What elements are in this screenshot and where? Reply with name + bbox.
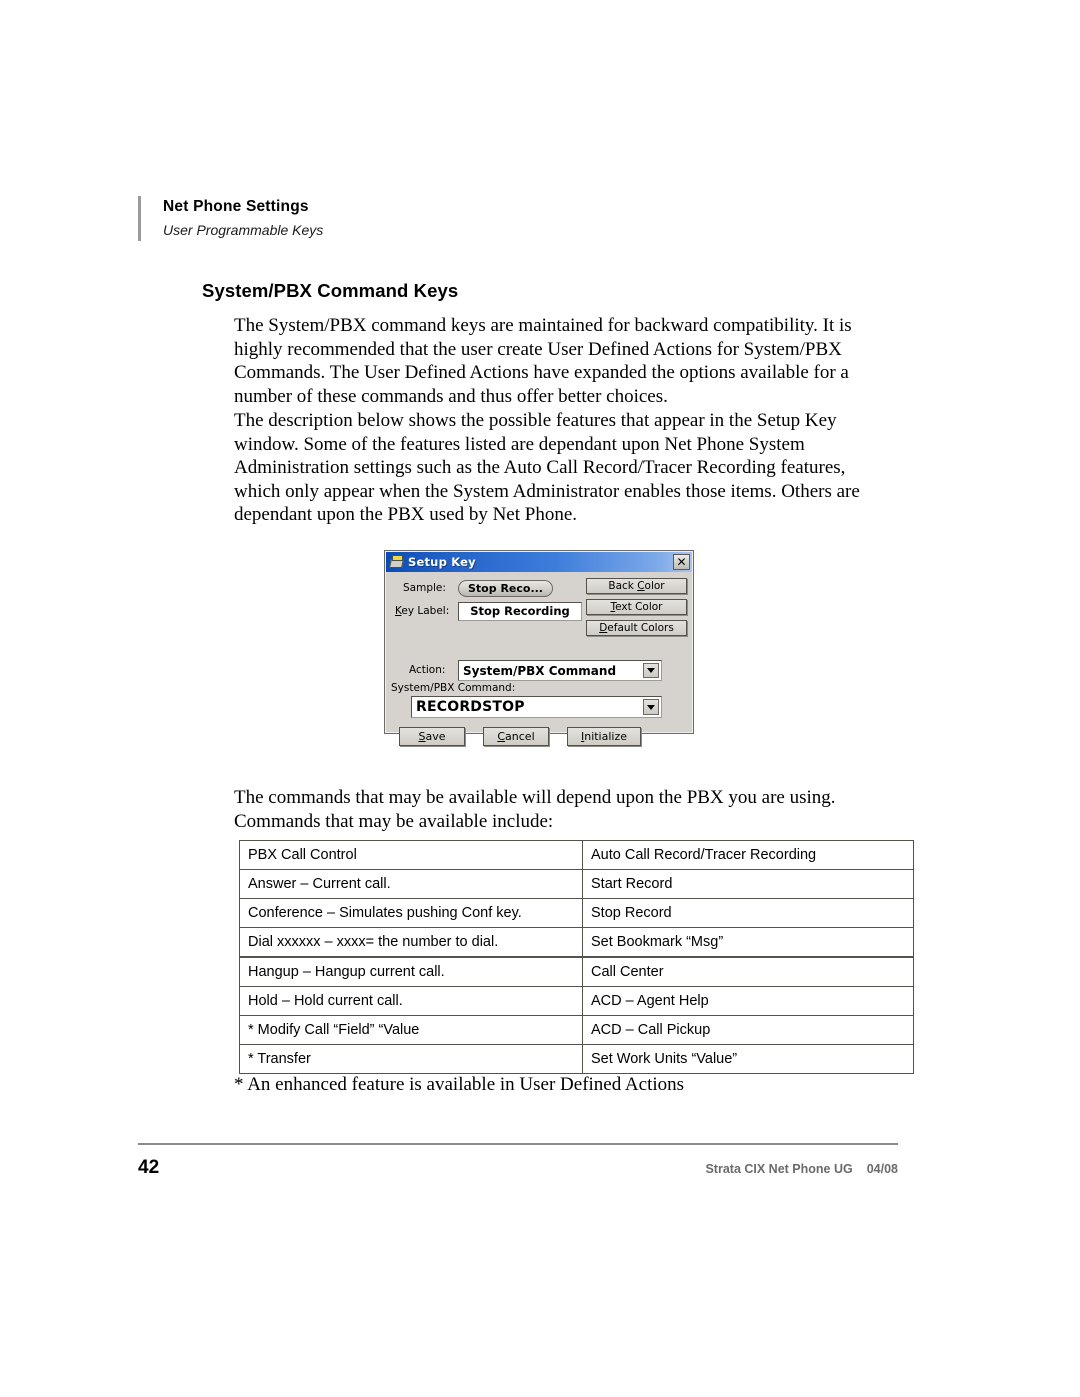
document-page: Net Phone Settings User Programmable Key… bbox=[0, 0, 1080, 1397]
commands-table: PBX Call Control Auto Call Record/Tracer … bbox=[239, 840, 914, 1074]
table-cell-pbx-call-control: Hangup – Hangup current call. bbox=[239, 956, 583, 987]
table-cell-recording-command: ACD – Agent Help bbox=[582, 986, 914, 1016]
initialize-button[interactable]: Initialize bbox=[567, 727, 641, 746]
table-cell-recording-command: Call Center bbox=[582, 956, 914, 987]
table-cell-recording-command: ACD – Call Pickup bbox=[582, 1015, 914, 1045]
table-cell-recording-command: Auto Call Record/Tracer Recording bbox=[582, 840, 914, 870]
table-cell-recording-command: Set Bookmark “Msg” bbox=[582, 927, 914, 958]
close-icon[interactable]: ✕ bbox=[673, 554, 690, 570]
sample-preview-button[interactable]: Stop Reco... bbox=[458, 580, 553, 597]
setup-key-dialog: Setup Key ✕ Sample: Stop Reco... Key Lab… bbox=[384, 550, 694, 746]
save-button[interactable]: Save bbox=[399, 727, 465, 746]
system-pbx-command-label: System/PBX Command: bbox=[391, 682, 516, 694]
action-dropdown[interactable]: System/PBX Command bbox=[458, 660, 662, 681]
table-cell-pbx-call-control: * Transfer bbox=[239, 1044, 583, 1074]
running-header-subtitle: User Programmable Keys bbox=[163, 222, 324, 238]
action-dropdown-value: System/PBX Command bbox=[463, 663, 617, 678]
default-colors-button[interactable]: Default Colors bbox=[586, 620, 687, 636]
footer-divider bbox=[138, 1143, 898, 1145]
footer-date: 04/08 bbox=[866, 1162, 898, 1176]
system-pbx-command-value: RECORDSTOP bbox=[416, 699, 525, 715]
table-row: Answer – Current call. Start Record bbox=[239, 869, 914, 899]
table-row: Conference – Simulates pushing Conf key.… bbox=[239, 898, 914, 928]
back-color-button[interactable]: Back Color bbox=[586, 578, 687, 594]
running-header: Net Phone Settings User Programmable Key… bbox=[138, 196, 898, 241]
table-row: Hold – Hold current call. ACD – Agent Hel… bbox=[239, 986, 914, 1016]
page-title: System/PBX Command Keys bbox=[202, 280, 459, 301]
table-cell-recording-command: Start Record bbox=[582, 869, 914, 899]
table-cell-pbx-call-control: Dial xxxxxx – xxxx= the number to dial. bbox=[239, 927, 583, 958]
table-row: * Transfer Set Work Units “Value” bbox=[239, 1044, 914, 1074]
table-cell-pbx-call-control: Answer – Current call. bbox=[239, 869, 583, 899]
cancel-button[interactable]: Cancel bbox=[483, 727, 549, 746]
table-row: Hangup – Hangup current call. Call Center bbox=[239, 956, 914, 987]
table-row: Dial xxxxxx – xxxx= the number to dial. S… bbox=[239, 927, 914, 958]
setup-key-icon bbox=[389, 555, 404, 569]
table-cell-pbx-call-control: Conference – Simulates pushing Conf key. bbox=[239, 898, 583, 928]
page-number: 42 bbox=[138, 1157, 160, 1178]
key-label-label: Key Label: bbox=[395, 605, 450, 617]
dialog-title: Setup Key bbox=[408, 555, 476, 569]
table-cell-pbx-call-control: PBX Call Control bbox=[239, 840, 583, 870]
key-label-input[interactable]: Stop Recording bbox=[458, 602, 582, 621]
system-pbx-command-dropdown[interactable]: RECORDSTOP bbox=[411, 696, 662, 718]
action-label: Action: bbox=[409, 664, 446, 676]
footnote: * An enhanced feature is available in Us… bbox=[234, 1074, 685, 1095]
footer-document-title: Strata CIX Net Phone UG bbox=[705, 1162, 853, 1176]
table-row: * Modify Call “Field” “Value ACD – Call P… bbox=[239, 1015, 914, 1045]
table-cell-pbx-call-control: * Modify Call “Field” “Value bbox=[239, 1015, 583, 1045]
paragraph-available-commands: The commands that may be available will … bbox=[234, 787, 836, 832]
dialog-titlebar: Setup Key ✕ bbox=[386, 552, 692, 572]
paragraph-setup-key-description: The description below shows the possible… bbox=[234, 410, 860, 526]
dialog-body: Sample: Stop Reco... Key Label: Stop Rec… bbox=[385, 572, 693, 746]
table-row: PBX Call Control Auto Call Record/Tracer … bbox=[239, 840, 914, 870]
table-cell-recording-command: Set Work Units “Value” bbox=[582, 1044, 914, 1074]
table-cell-recording-command: Stop Record bbox=[582, 898, 914, 928]
table-cell-pbx-call-control: Hold – Hold current call. bbox=[239, 986, 583, 1016]
text-color-button[interactable]: Text Color bbox=[586, 599, 687, 615]
footer-document-info: Strata CIX Net Phone UG 04/08 bbox=[705, 1162, 898, 1176]
sample-label: Sample: bbox=[403, 582, 446, 594]
running-header-title: Net Phone Settings bbox=[163, 198, 309, 215]
paragraph-backward-compatibility: The System/PBX command keys are maintain… bbox=[234, 315, 852, 407]
chevron-down-icon[interactable] bbox=[643, 699, 659, 715]
chevron-down-icon[interactable] bbox=[643, 663, 659, 678]
